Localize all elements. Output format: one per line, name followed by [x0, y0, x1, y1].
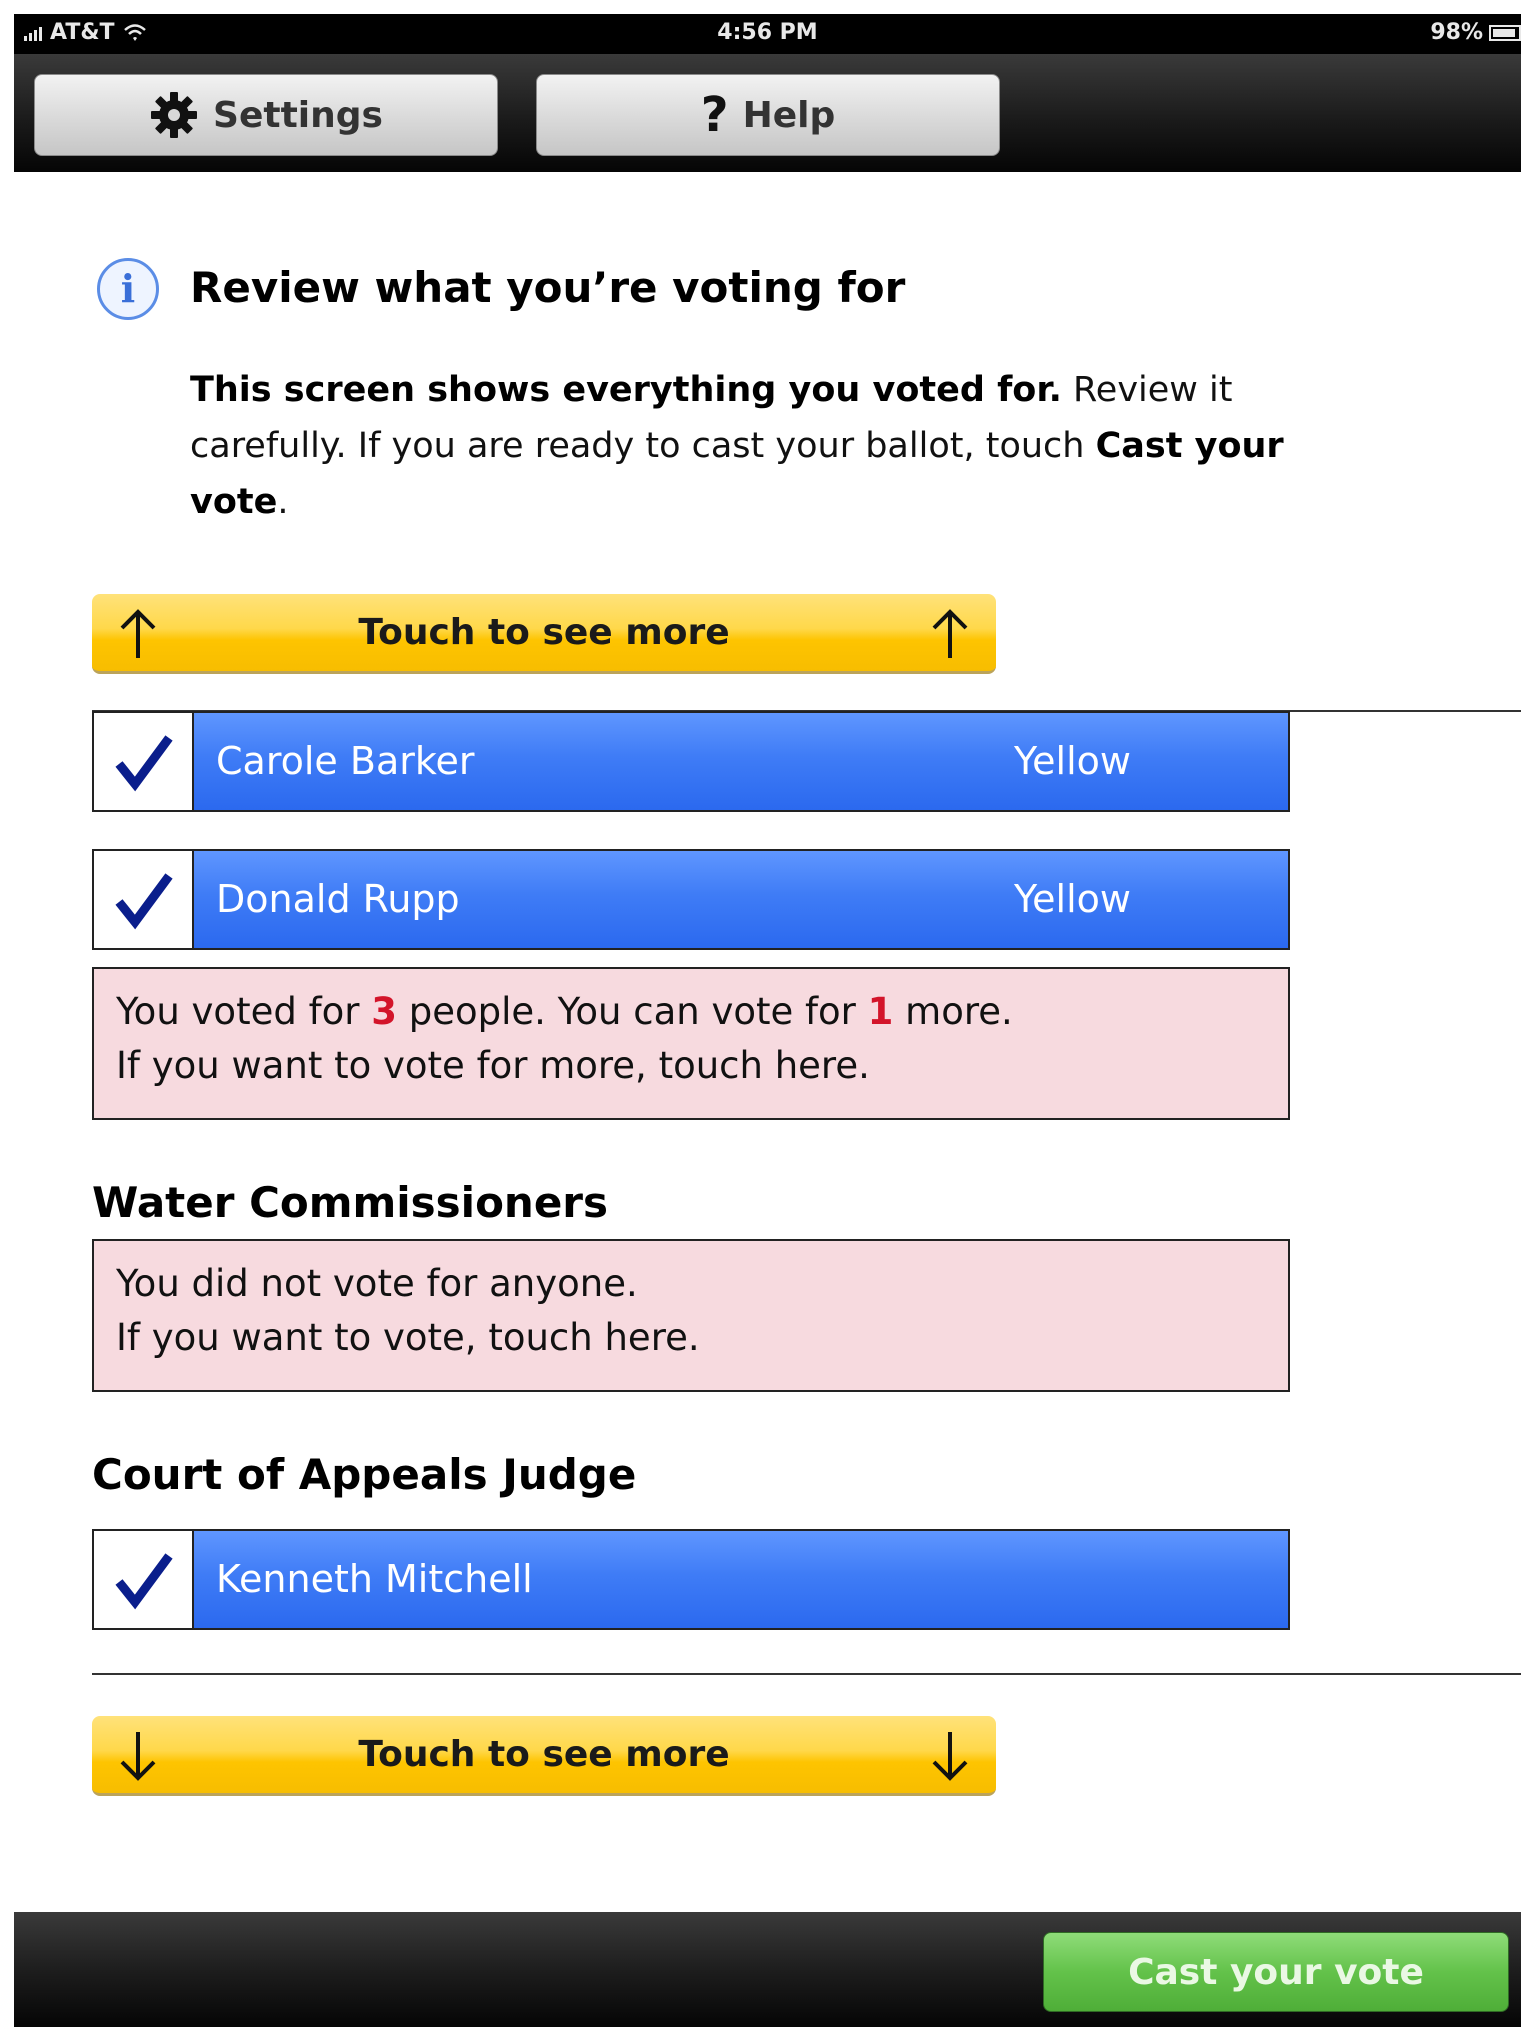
candidate-party: Yellow	[1014, 877, 1131, 921]
undervote-notice[interactable]: You voted for 3 people. You can vote for…	[92, 967, 1290, 1120]
notice-text: more.	[893, 990, 1013, 1033]
candidate-bar: Donald Rupp Yellow	[194, 851, 1288, 948]
notice-line-1: You did not vote for anyone.	[116, 1262, 638, 1305]
screen-frame-top	[0, 0, 1521, 14]
scroll-up-label: Touch to see more	[358, 612, 730, 653]
help-button[interactable]: ? Help	[536, 74, 1000, 156]
notice-line-2: If you want to vote, touch here.	[116, 1316, 700, 1359]
help-icon: ?	[700, 87, 729, 143]
cast-vote-button[interactable]: Cast your vote	[1043, 1932, 1509, 2012]
contest-title: Water Commissioners	[92, 1178, 609, 1227]
scroll-up-button[interactable]: Touch to see more	[92, 594, 996, 674]
checkmark-icon	[115, 1552, 173, 1609]
notice-text: You voted for	[116, 990, 372, 1033]
battery-percent: 98%	[1430, 20, 1483, 45]
candidate-row[interactable]: Donald Rupp Yellow	[92, 849, 1290, 950]
voted-count: 3	[371, 990, 397, 1033]
settings-button[interactable]: Settings	[34, 74, 498, 156]
notice-line-1: You voted for 3 people. You can vote for…	[116, 985, 1266, 1039]
candidate-party: Yellow	[1014, 739, 1131, 783]
review-instructions: This screen shows everything you voted f…	[190, 362, 1370, 530]
screen-frame-left	[0, 0, 14, 2027]
arrow-up-icon	[932, 609, 968, 658]
checkbox	[94, 713, 194, 810]
clock: 4:56 PM	[717, 20, 818, 45]
notice-line-2: If you want to vote for more, touch here…	[116, 1044, 870, 1087]
remaining-count: 1	[867, 990, 894, 1033]
status-bar: AT&T 4:56 PM 98%	[14, 14, 1521, 54]
candidate-name: Carole Barker	[216, 739, 475, 783]
contest-title: Court of Appeals Judge	[92, 1450, 637, 1499]
arrow-down-icon	[932, 1732, 968, 1781]
candidate-bar: Carole Barker Yellow	[194, 713, 1288, 810]
scroll-region-bottom-divider	[92, 1673, 1521, 1675]
page-title: Review what you’re voting for	[190, 263, 906, 312]
info-icon: i	[97, 258, 159, 320]
candidate-name: Kenneth Mitchell	[216, 1557, 533, 1601]
checkmark-icon	[115, 872, 173, 929]
checkbox	[94, 1531, 194, 1628]
no-vote-notice[interactable]: You did not vote for anyone. If you want…	[92, 1239, 1290, 1392]
candidate-row[interactable]: Carole Barker Yellow	[92, 711, 1290, 812]
help-label: Help	[742, 94, 836, 136]
notice-text: people. You can vote for	[396, 990, 868, 1033]
instructions-bold: This screen shows everything you voted f…	[190, 370, 1062, 410]
candidate-row[interactable]: Kenneth Mitchell	[92, 1529, 1290, 1630]
gear-icon	[151, 92, 198, 138]
scroll-down-button[interactable]: Touch to see more	[92, 1716, 996, 1796]
settings-label: Settings	[213, 94, 383, 136]
battery-icon	[1489, 24, 1521, 41]
scroll-down-label: Touch to see more	[358, 1734, 730, 1775]
bottom-toolbar: Cast your vote	[14, 1912, 1521, 2027]
instructions-end: .	[277, 482, 289, 522]
checkbox	[94, 851, 194, 948]
checkmark-icon	[115, 734, 173, 791]
battery-group: 98%	[1430, 20, 1521, 45]
top-toolbar: Settings ? Help	[14, 54, 1521, 172]
candidate-bar: Kenneth Mitchell	[194, 1531, 1288, 1628]
candidate-name: Donald Rupp	[216, 877, 460, 921]
